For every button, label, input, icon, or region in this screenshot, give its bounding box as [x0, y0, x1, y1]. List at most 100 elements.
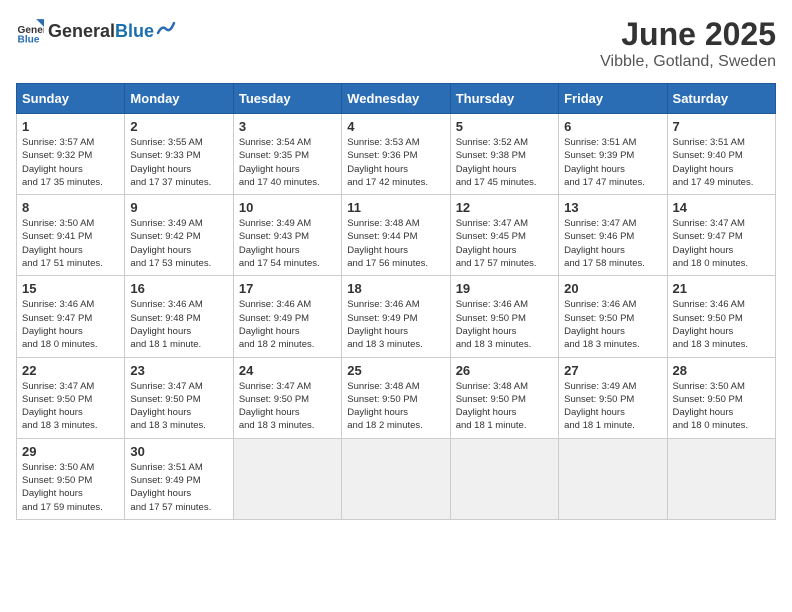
day-number: 28: [673, 363, 770, 378]
calendar-cell: [559, 438, 667, 519]
day-number: 13: [564, 200, 661, 215]
calendar-cell: 10Sunrise: 3:49 AMSunset: 9:43 PMDayligh…: [233, 195, 341, 276]
day-info: Sunrise: 3:46 AMSunset: 9:49 PMDaylight …: [239, 298, 336, 351]
calendar-cell: 1 Sunrise: 3:57 AMSunset: 9:32 PMDaylight…: [17, 114, 125, 195]
page-header: General Blue GeneralBlue June 2025 Vibbl…: [16, 16, 776, 71]
calendar-cell: 2 Sunrise: 3:55 AMSunset: 9:33 PMDaylight…: [125, 114, 233, 195]
day-number: 6: [564, 119, 661, 134]
day-info: Sunrise: 3:50 AMSunset: 9:41 PMDaylight …: [22, 217, 119, 270]
location-title: Vibble, Gotland, Sweden: [600, 53, 776, 71]
calendar-cell: 7Sunrise: 3:51 AMSunset: 9:40 PMDaylight…: [667, 114, 775, 195]
calendar-table: SundayMondayTuesdayWednesdayThursdayFrid…: [16, 83, 776, 520]
logo-wave-icon: [156, 19, 178, 37]
day-number: 1: [22, 119, 119, 134]
calendar-cell: 23Sunrise: 3:47 AMSunset: 9:50 PMDayligh…: [125, 357, 233, 438]
day-info: Sunrise: 3:53 AMSunset: 9:36 PMDaylight …: [347, 136, 444, 189]
calendar-cell: 6 Sunrise: 3:51 AMSunset: 9:39 PMDaylight…: [559, 114, 667, 195]
day-number: 2: [130, 119, 227, 134]
day-number: 3: [239, 119, 336, 134]
day-info: Sunrise: 3:46 AMSunset: 9:50 PMDaylight …: [456, 298, 553, 351]
calendar-cell: 19 Sunrise: 3:46 AMSunset: 9:50 PMDayligh…: [450, 276, 558, 357]
month-title: June 2025: [600, 16, 776, 53]
header-day-thursday: Thursday: [450, 84, 558, 114]
logo: General Blue GeneralBlue: [16, 16, 178, 44]
calendar-cell: 12 Sunrise: 3:47 AMSunset: 9:45 PMDayligh…: [450, 195, 558, 276]
day-number: 18: [347, 281, 444, 296]
day-info: Sunrise: 3:47 AMSunset: 9:47 PMDaylight …: [673, 217, 770, 270]
day-number: 26: [456, 363, 553, 378]
week-row-3: 15 Sunrise: 3:46 AMSunset: 9:47 PMDayligh…: [17, 276, 776, 357]
day-info: Sunrise: 3:48 AMSunset: 9:50 PMDaylight …: [347, 380, 444, 433]
calendar-cell: [233, 438, 341, 519]
calendar-cell: [342, 438, 450, 519]
day-info: Sunrise: 3:55 AMSunset: 9:33 PMDaylight …: [130, 136, 227, 189]
calendar-cell: 14Sunrise: 3:47 AMSunset: 9:47 PMDayligh…: [667, 195, 775, 276]
day-number: 8: [22, 200, 119, 215]
week-row-1: 1 Sunrise: 3:57 AMSunset: 9:32 PMDaylight…: [17, 114, 776, 195]
calendar-cell: 5 Sunrise: 3:52 AMSunset: 9:38 PMDaylight…: [450, 114, 558, 195]
calendar-cell: 17Sunrise: 3:46 AMSunset: 9:49 PMDayligh…: [233, 276, 341, 357]
calendar-cell: 18 Sunrise: 3:46 AMSunset: 9:49 PMDayligh…: [342, 276, 450, 357]
logo-icon: General Blue: [16, 16, 44, 44]
calendar-cell: 22 Sunrise: 3:47 AMSunset: 9:50 PMDayligh…: [17, 357, 125, 438]
calendar-cell: 26 Sunrise: 3:48 AMSunset: 9:50 PMDayligh…: [450, 357, 558, 438]
day-info: Sunrise: 3:46 AMSunset: 9:50 PMDaylight …: [673, 298, 770, 351]
day-info: Sunrise: 3:47 AMSunset: 9:46 PMDaylight …: [564, 217, 661, 270]
day-info: Sunrise: 3:50 AMSunset: 9:50 PMDaylight …: [22, 461, 119, 514]
calendar-cell: 25 Sunrise: 3:48 AMSunset: 9:50 PMDayligh…: [342, 357, 450, 438]
day-info: Sunrise: 3:51 AMSunset: 9:39 PMDaylight …: [564, 136, 661, 189]
header-day-wednesday: Wednesday: [342, 84, 450, 114]
day-info: Sunrise: 3:46 AMSunset: 9:48 PMDaylight …: [130, 298, 227, 351]
header-day-friday: Friday: [559, 84, 667, 114]
calendar-cell: 4 Sunrise: 3:53 AMSunset: 9:36 PMDaylight…: [342, 114, 450, 195]
title-area: June 2025 Vibble, Gotland, Sweden: [600, 16, 776, 71]
day-number: 12: [456, 200, 553, 215]
day-info: Sunrise: 3:49 AMSunset: 9:42 PMDaylight …: [130, 217, 227, 270]
day-number: 11: [347, 200, 444, 215]
calendar-cell: 13 Sunrise: 3:47 AMSunset: 9:46 PMDayligh…: [559, 195, 667, 276]
day-info: Sunrise: 3:54 AMSunset: 9:35 PMDaylight …: [239, 136, 336, 189]
day-info: Sunrise: 3:51 AMSunset: 9:40 PMDaylight …: [673, 136, 770, 189]
calendar-cell: [667, 438, 775, 519]
calendar-cell: 28Sunrise: 3:50 AMSunset: 9:50 PMDayligh…: [667, 357, 775, 438]
day-info: Sunrise: 3:48 AMSunset: 9:44 PMDaylight …: [347, 217, 444, 270]
day-info: Sunrise: 3:49 AMSunset: 9:43 PMDaylight …: [239, 217, 336, 270]
calendar-cell: 29 Sunrise: 3:50 AMSunset: 9:50 PMDayligh…: [17, 438, 125, 519]
day-number: 25: [347, 363, 444, 378]
calendar-cell: 3 Sunrise: 3:54 AMSunset: 9:35 PMDaylight…: [233, 114, 341, 195]
day-number: 30: [130, 444, 227, 459]
day-info: Sunrise: 3:46 AMSunset: 9:50 PMDaylight …: [564, 298, 661, 351]
calendar-cell: 11 Sunrise: 3:48 AMSunset: 9:44 PMDayligh…: [342, 195, 450, 276]
logo-blue-text: Blue: [115, 21, 154, 42]
calendar-cell: 20Sunrise: 3:46 AMSunset: 9:50 PMDayligh…: [559, 276, 667, 357]
header-day-tuesday: Tuesday: [233, 84, 341, 114]
day-number: 19: [456, 281, 553, 296]
calendar-cell: 15 Sunrise: 3:46 AMSunset: 9:47 PMDayligh…: [17, 276, 125, 357]
day-info: Sunrise: 3:52 AMSunset: 9:38 PMDaylight …: [456, 136, 553, 189]
week-row-4: 22 Sunrise: 3:47 AMSunset: 9:50 PMDayligh…: [17, 357, 776, 438]
header-day-saturday: Saturday: [667, 84, 775, 114]
day-number: 21: [673, 281, 770, 296]
week-row-5: 29 Sunrise: 3:50 AMSunset: 9:50 PMDayligh…: [17, 438, 776, 519]
day-info: Sunrise: 3:51 AMSunset: 9:49 PMDaylight …: [130, 461, 227, 514]
day-number: 15: [22, 281, 119, 296]
day-number: 24: [239, 363, 336, 378]
day-number: 5: [456, 119, 553, 134]
calendar-cell: 8 Sunrise: 3:50 AMSunset: 9:41 PMDaylight…: [17, 195, 125, 276]
day-info: Sunrise: 3:48 AMSunset: 9:50 PMDaylight …: [456, 380, 553, 433]
calendar-cell: 30 Sunrise: 3:51 AMSunset: 9:49 PMDayligh…: [125, 438, 233, 519]
day-info: Sunrise: 3:46 AMSunset: 9:49 PMDaylight …: [347, 298, 444, 351]
logo-general-text: General: [48, 21, 115, 42]
calendar-cell: 21 Sunrise: 3:46 AMSunset: 9:50 PMDayligh…: [667, 276, 775, 357]
day-info: Sunrise: 3:57 AMSunset: 9:32 PMDaylight …: [22, 136, 119, 189]
day-number: 27: [564, 363, 661, 378]
day-info: Sunrise: 3:47 AMSunset: 9:50 PMDaylight …: [22, 380, 119, 433]
day-info: Sunrise: 3:46 AMSunset: 9:47 PMDaylight …: [22, 298, 119, 351]
day-info: Sunrise: 3:47 AMSunset: 9:45 PMDaylight …: [456, 217, 553, 270]
day-number: 4: [347, 119, 444, 134]
day-number: 23: [130, 363, 227, 378]
week-row-2: 8 Sunrise: 3:50 AMSunset: 9:41 PMDaylight…: [17, 195, 776, 276]
calendar-cell: 16Sunrise: 3:46 AMSunset: 9:48 PMDayligh…: [125, 276, 233, 357]
day-number: 29: [22, 444, 119, 459]
day-number: 22: [22, 363, 119, 378]
